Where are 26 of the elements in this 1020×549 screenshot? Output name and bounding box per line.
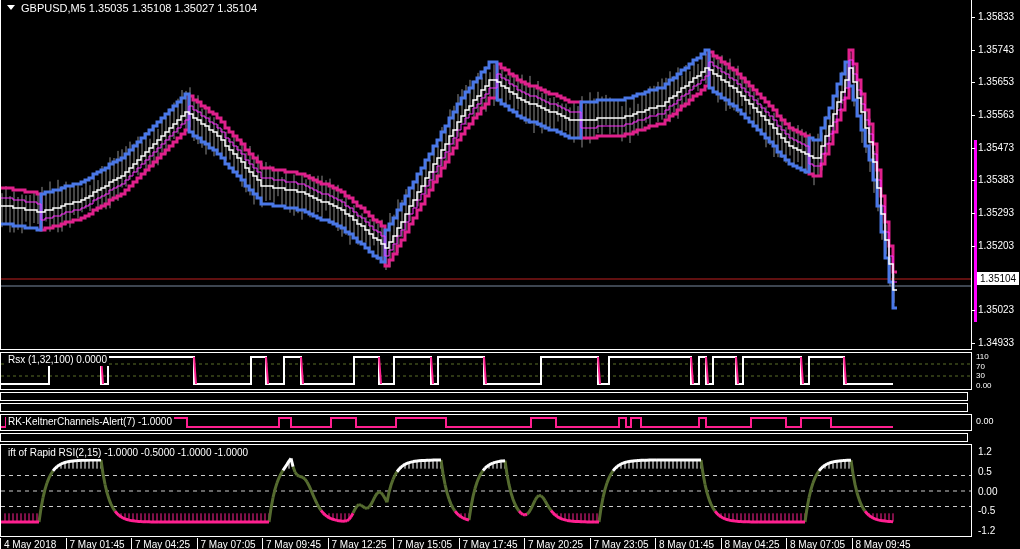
indicator-label: Rsx (1,32,100) 0.0000 — [6, 354, 109, 366]
price-axis-label: 1.35473 — [972, 140, 1020, 155]
chart-title: GBPUSD,M5 1.35035 1.35108 1.35027 1.35104 — [21, 2, 258, 14]
indicator-axis-label: -1.2 — [978, 525, 997, 537]
current-price-label: 1.35104 — [977, 271, 1020, 285]
indicator-label: RK-KeltnerChannels-Alert(7) -1.0000 — [6, 416, 174, 428]
price-axis-label: 1.35743 — [972, 42, 1020, 57]
price-axis-label: 1.35203 — [972, 238, 1020, 253]
indicator-axis-label: 0.00 — [976, 380, 993, 390]
indicator-axis-label: -0.5 — [978, 505, 997, 518]
indicator-axis-label: 70 — [976, 361, 986, 371]
indicator-axis-label: 0.00 — [976, 415, 995, 428]
indicator-axis-label: 0.5 — [978, 465, 993, 478]
price-axis-label: 1.35563 — [972, 108, 1020, 123]
indicator-axis-label: 0.00 — [978, 485, 999, 498]
indicator-axis-label: 110 — [976, 352, 990, 361]
price-axis-label: 1.35833 — [972, 10, 1020, 24]
indicator-axis-label: 30 — [976, 371, 986, 381]
price-axis-label: 1.34933 — [972, 335, 1020, 350]
price-axis-label: 1.35383 — [972, 173, 1020, 188]
price-axis-label: 1.35293 — [972, 206, 1020, 221]
dropdown-icon[interactable] — [7, 5, 15, 11]
indicator-label: ift of Rapid RSI(2,15) -1.0000 -0.5000 -1.0000 -1.0000 — [6, 447, 251, 459]
price-axis-label: 1.35653 — [972, 75, 1020, 90]
indicator-axis-label: 1.2 — [978, 446, 993, 458]
price-axis-label: 1.35023 — [972, 303, 1020, 318]
